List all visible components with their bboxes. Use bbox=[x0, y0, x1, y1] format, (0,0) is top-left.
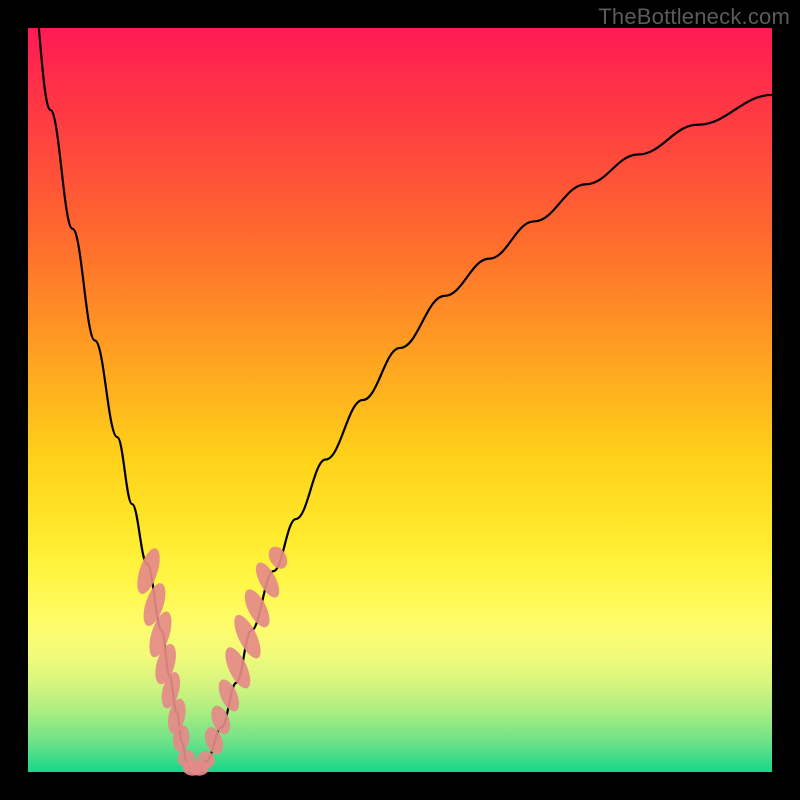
chart-frame: TheBottleneck.com bbox=[0, 0, 800, 800]
curve-markers bbox=[133, 543, 291, 775]
watermark-text: TheBottleneck.com bbox=[598, 4, 790, 30]
chart-svg bbox=[28, 28, 772, 772]
curve-marker bbox=[197, 751, 215, 769]
plot-area bbox=[28, 28, 772, 772]
bottleneck-curve bbox=[28, 0, 772, 770]
